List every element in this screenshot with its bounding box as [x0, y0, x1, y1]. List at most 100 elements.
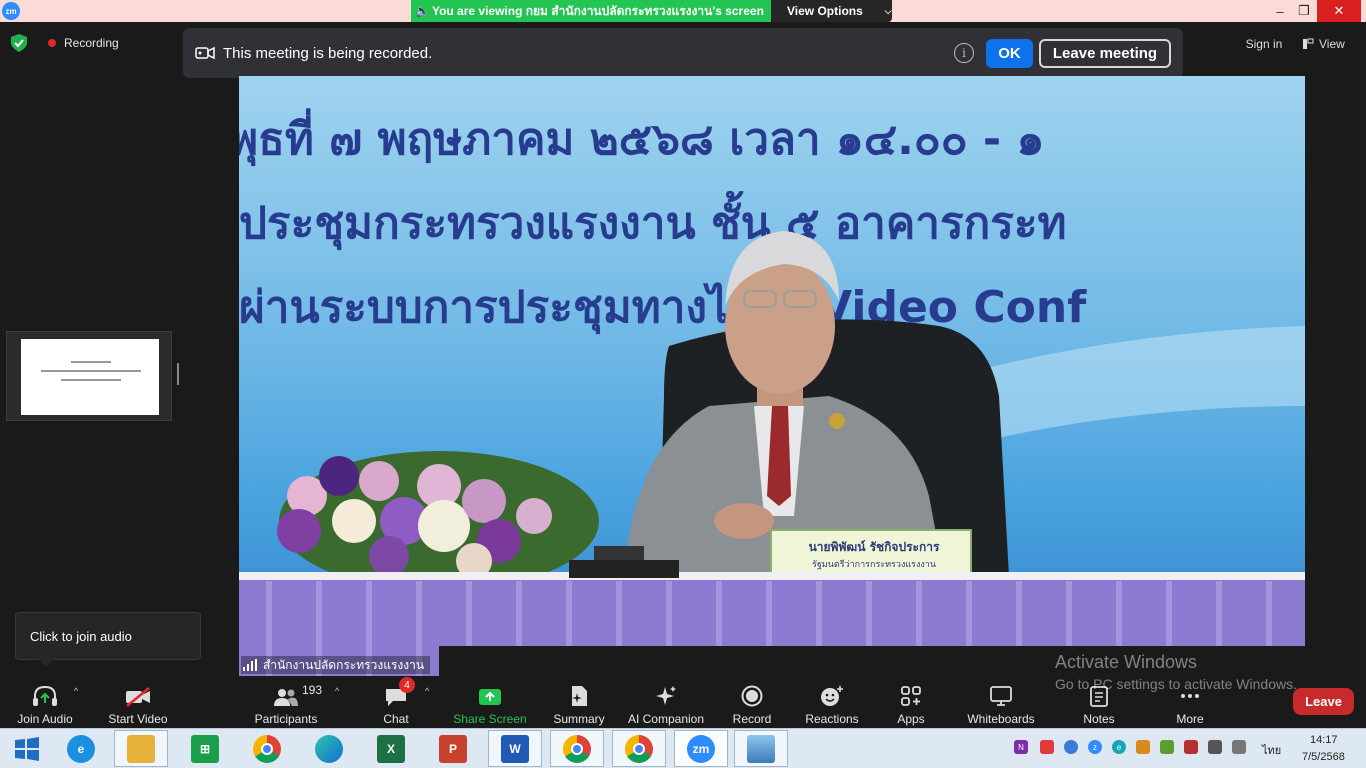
activate-windows-title: Activate Windows	[1055, 652, 1198, 672]
security-shield-icon[interactable]	[11, 34, 27, 52]
maximize-button[interactable]: ❐	[1290, 0, 1318, 22]
apps-label: Apps	[897, 712, 925, 726]
screen-share-banner: 🔈 You are viewing กยม สำนักงานปลัดกระทรว…	[411, 0, 771, 22]
join-audio-label: Join Audio	[17, 712, 73, 726]
start-video-button[interactable]: Start Video	[104, 680, 172, 726]
join-audio-button[interactable]: Join Audio	[12, 680, 78, 726]
chat-caret[interactable]: ^	[425, 686, 429, 696]
participants-icon	[274, 689, 298, 706]
clock-time[interactable]: 14:17	[1310, 734, 1338, 746]
taskbar-chrome-profile-2[interactable]	[612, 730, 666, 767]
flower-arrangement	[277, 451, 599, 591]
taskbar-powerpoint[interactable]: P	[426, 730, 480, 767]
input-language[interactable]: ไทย	[1262, 741, 1281, 759]
close-window-button[interactable]: ✕	[1317, 0, 1361, 22]
notes-label: Notes	[1083, 712, 1115, 726]
photos-icon	[747, 734, 775, 763]
participants-count: 193	[302, 683, 323, 697]
excel-icon: X	[377, 734, 405, 763]
speaker-tray-icon[interactable]	[1136, 740, 1150, 754]
leave-meeting-button[interactable]: Leave meeting	[1039, 39, 1171, 68]
whiteboard-icon	[990, 686, 1012, 706]
leave-button[interactable]: Leave	[1293, 688, 1354, 715]
nvidia-tray-icon[interactable]	[1160, 740, 1174, 754]
internet-explorer-icon: e	[67, 734, 95, 763]
taskbar-chrome-profile-1[interactable]	[550, 730, 604, 767]
edge-tray-icon[interactable]: e	[1112, 740, 1126, 754]
record-label: Record	[732, 712, 772, 726]
share-banner-text: You are viewing กยม สำนักงานปลัดกระทรวงแ…	[431, 3, 764, 18]
zoom-tray-icon[interactable]: z	[1088, 740, 1102, 754]
join-audio-caret[interactable]: ^	[74, 686, 78, 696]
taskbar-chrome[interactable]	[240, 730, 294, 767]
ai-companion-label: AI Companion	[627, 712, 705, 726]
recording-indicator[interactable]: Recording	[40, 32, 126, 54]
powerpoint-icon: P	[439, 734, 467, 763]
store-icon: ⊞	[191, 734, 219, 763]
shared-video: พุธที่ ๗ พฤษภาคม ๒๕๖๘ เวลา ๑๔.๐๐ - ๑ ประ…	[239, 76, 1305, 676]
taskbar-edge[interactable]	[302, 730, 356, 767]
clock-date[interactable]: 7/5/2568	[1302, 751, 1345, 763]
thumbnail-resize-handle[interactable]	[177, 363, 179, 385]
apps-icon	[901, 686, 921, 706]
chrome-icon	[253, 734, 281, 763]
sign-in-button[interactable]: Sign in	[1236, 34, 1292, 54]
summary-button[interactable]: Summary	[548, 680, 610, 726]
flag-tray-icon[interactable]	[1184, 740, 1198, 754]
reactions-label: Reactions	[805, 712, 859, 726]
tooltip-arrow	[38, 659, 54, 667]
view-button[interactable]: View	[1302, 34, 1356, 54]
taskbar-photos[interactable]	[734, 730, 788, 767]
reactions-button[interactable]: Reactions	[800, 680, 864, 726]
share-screen-button[interactable]: Share Screen	[450, 680, 530, 726]
taskbar-file-explorer[interactable]	[114, 730, 168, 767]
smiley-icon	[821, 686, 843, 706]
record-button[interactable]: Record	[724, 680, 780, 726]
minimize-icon: –	[1276, 3, 1284, 19]
share-screen-icon	[479, 689, 501, 705]
ok-button[interactable]: OK	[986, 39, 1033, 68]
taskbar-zoom[interactable]: zm	[674, 730, 728, 767]
ai-companion-button[interactable]: AI Companion	[624, 680, 708, 726]
speaker-name-label: สำนักงานปลัดกระทรวงแรงงาน	[241, 656, 431, 674]
folder-icon	[127, 734, 155, 763]
apps-button[interactable]: Apps	[888, 680, 934, 726]
taskbar-store[interactable]: ⊞	[178, 730, 232, 767]
recording-notice-text: This meeting is being recorded.	[223, 44, 433, 62]
app-tray-icon[interactable]	[1040, 740, 1054, 754]
windows-logo-icon	[15, 736, 39, 761]
taskbar-internet-explorer[interactable]: e	[54, 730, 108, 767]
self-view-thumbnail[interactable]	[6, 331, 172, 421]
summary-label: Summary	[553, 712, 605, 726]
view-options-button[interactable]: View Options ⌵	[771, 0, 892, 22]
view-options-label: View Options	[787, 4, 863, 18]
word-icon: W	[501, 734, 529, 763]
maximize-icon: ❐	[1298, 3, 1310, 18]
display-tray-icon[interactable]	[1208, 740, 1222, 754]
network-tray-icon[interactable]	[1064, 740, 1078, 754]
join-audio-tooltip[interactable]: Click to join audio	[15, 612, 201, 660]
volume-tray-icon[interactable]	[1232, 740, 1246, 754]
close-icon: ✕	[1333, 3, 1345, 18]
taskbar-word[interactable]: W	[488, 730, 542, 767]
start-button[interactable]	[0, 730, 54, 767]
record-icon	[741, 685, 763, 707]
thumbnail-document	[21, 339, 159, 415]
speaker-name-text: สำนักงานปลัดกระทรวงแรงงาน	[263, 657, 425, 672]
recording-label: Recording	[64, 36, 119, 50]
onenote-tray-icon[interactable]: N	[1014, 740, 1028, 754]
nameplate-name: นายพิพัฒน์ รัชกิจประการ	[808, 540, 940, 554]
signal-strength-icon	[243, 659, 257, 671]
chrome-icon	[563, 734, 591, 763]
video-scene	[239, 231, 1305, 676]
chat-unread-badge: 4	[399, 677, 415, 693]
participants-caret[interactable]: ^	[335, 686, 339, 696]
taskbar-excel[interactable]: X	[364, 730, 418, 767]
record-dot-icon	[48, 39, 56, 47]
zoom-icon: zm	[687, 734, 715, 763]
view-label: View	[1319, 37, 1345, 51]
whiteboards-button[interactable]: Whiteboards	[962, 680, 1040, 726]
nameplate-title: รัฐมนตรีว่าการกระทรวงแรงงาน	[812, 560, 936, 570]
participants-label: Participants	[254, 712, 318, 726]
info-icon[interactable]: i	[954, 43, 974, 63]
